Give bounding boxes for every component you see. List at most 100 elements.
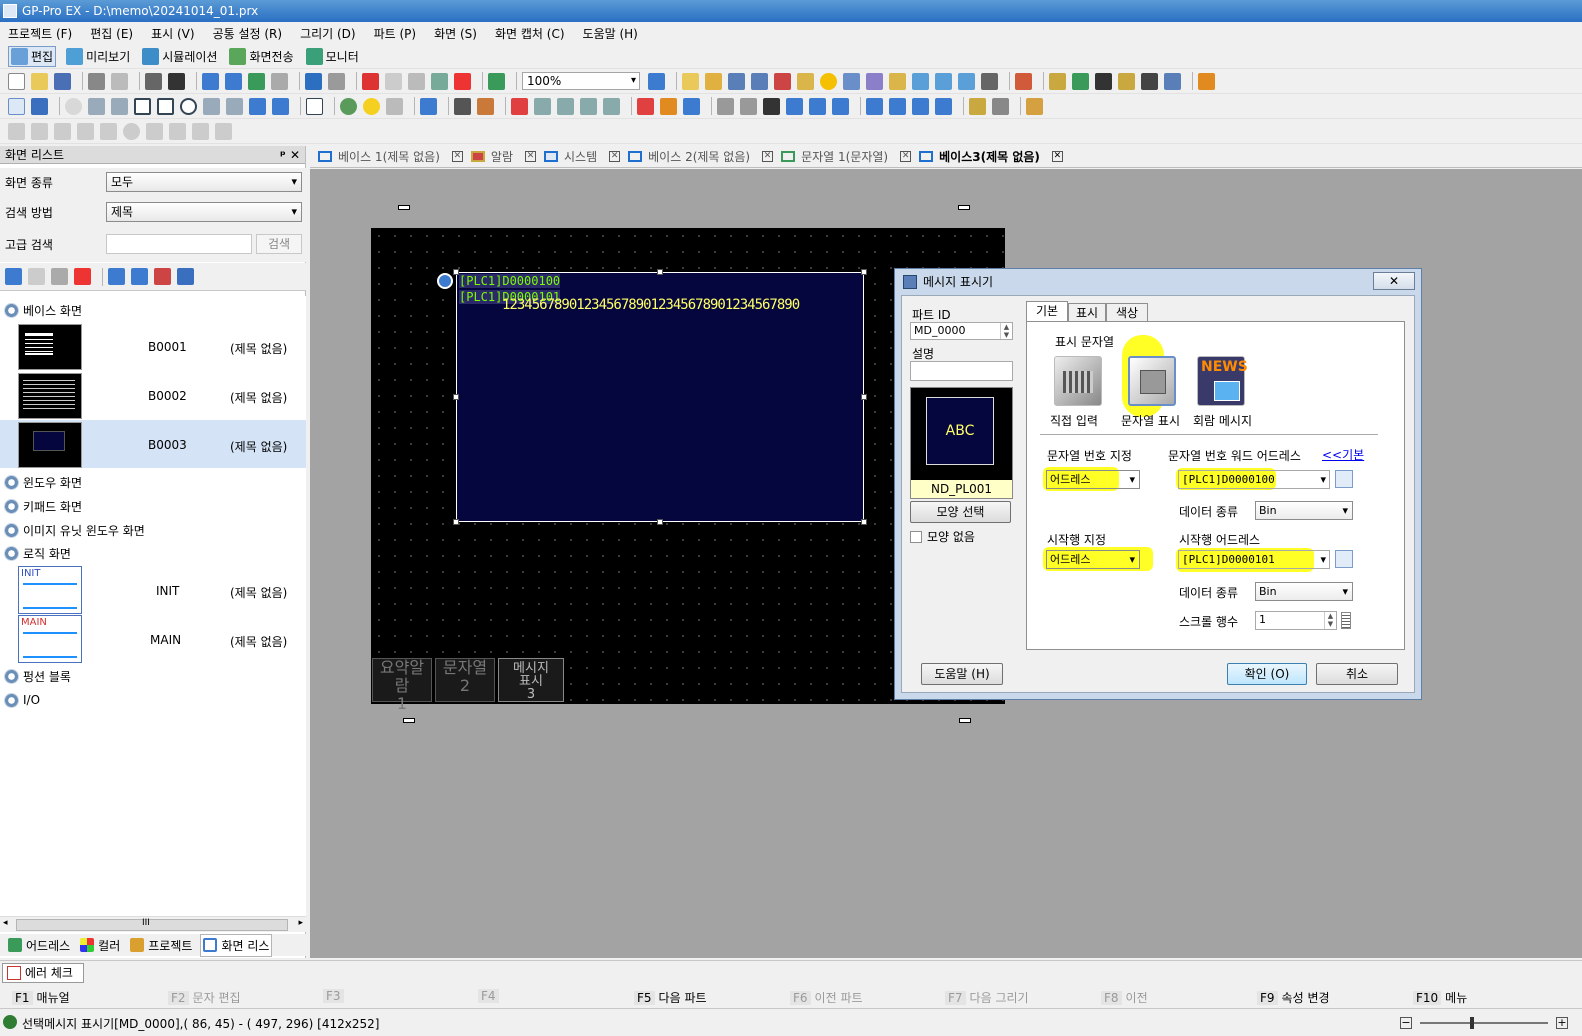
- new-screen-icon[interactable]: [202, 72, 219, 90]
- flag-icon[interactable]: [1198, 72, 1215, 90]
- zoom-slider-thumb[interactable]: [1470, 1017, 1474, 1029]
- save-screen-icon[interactable]: [248, 72, 265, 90]
- xy-graph-icon[interactable]: [580, 97, 597, 115]
- open-icon[interactable]: [31, 72, 48, 90]
- screen-properties-icon[interactable]: [131, 268, 148, 285]
- recipe-list-icon[interactable]: [866, 97, 883, 115]
- keypad-input-icon[interactable]: [454, 97, 471, 115]
- capture-icon[interactable]: [168, 72, 185, 90]
- f3-key[interactable]: F3: [323, 989, 348, 1003]
- tree-group-base[interactable]: 베이스 화면: [4, 300, 82, 320]
- tab-project[interactable]: 프로젝트: [128, 935, 194, 956]
- tab-screen-list[interactable]: 화면 리스: [200, 933, 273, 957]
- tab-display[interactable]: 표시: [1068, 303, 1106, 323]
- part-id-spinner[interactable]: ▲ ▼: [1000, 323, 1012, 339]
- selection-handle[interactable]: [453, 394, 459, 400]
- start-row-address-input[interactable]: [PLC1]D0000101: [1178, 550, 1330, 569]
- tab-base-3[interactable]: 베이스3(제목 없음) ✕: [919, 148, 1063, 165]
- alarm-icon[interactable]: [774, 72, 791, 90]
- scroll-left-icon[interactable]: ◂: [3, 918, 8, 928]
- selection-handle[interactable]: [861, 394, 867, 400]
- scatter-icon[interactable]: [603, 97, 620, 115]
- sound-icon[interactable]: [889, 72, 906, 90]
- preview-mode-button[interactable]: 미리보기: [64, 47, 132, 66]
- canvas-tab-string[interactable]: 문자열 2: [435, 658, 495, 702]
- basic-link[interactable]: <<기본: [1322, 446, 1364, 463]
- system-icon[interactable]: [705, 72, 722, 90]
- alarm-history-icon[interactable]: [660, 97, 677, 115]
- address-keypad-icon[interactable]: [1335, 550, 1353, 568]
- close-screen-icon[interactable]: [271, 72, 288, 90]
- close-tab-icon[interactable]: ✕: [525, 151, 537, 162]
- print-icon[interactable]: [88, 72, 105, 90]
- selection-handle[interactable]: [861, 519, 867, 525]
- file-manager-icon[interactable]: [832, 97, 849, 115]
- selection-handle[interactable]: [453, 519, 459, 525]
- text-table-icon[interactable]: [958, 72, 975, 90]
- news-message-icon[interactable]: NEWS: [1197, 356, 1248, 406]
- canvas-tab-summary-alarm[interactable]: 요약알람 1: [372, 658, 432, 713]
- data-type-select-2[interactable]: Bin: [1255, 582, 1353, 601]
- string-display-icon[interactable]: [1128, 356, 1176, 406]
- screen-row-main[interactable]: MAIN MAIN (제목 없음): [0, 615, 306, 663]
- lamp-icon[interactable]: [363, 97, 380, 115]
- open-screen-icon[interactable]: [108, 268, 125, 285]
- advanced-search-input[interactable]: [106, 234, 252, 254]
- search-method-select[interactable]: 제목: [106, 202, 302, 222]
- scroll-right-icon[interactable]: ▸: [298, 918, 303, 928]
- jump-icon[interactable]: [169, 122, 186, 140]
- tree-group-function-block[interactable]: 펑션 블록: [4, 666, 71, 686]
- tree-group-window[interactable]: 윈도우 화면: [4, 472, 82, 492]
- hand-icon[interactable]: [969, 97, 986, 115]
- f8-key[interactable]: F8 이전: [1101, 989, 1148, 1006]
- switch-lamp-icon[interactable]: [386, 97, 403, 115]
- polyline-tool-icon[interactable]: [111, 97, 128, 115]
- menu-help[interactable]: 도움말 (H): [583, 25, 638, 42]
- scroll-rows-spinner[interactable]: ▲ ▼: [1324, 612, 1336, 629]
- menu-view[interactable]: 표시 (V): [151, 25, 194, 42]
- screen-color-icon[interactable]: [154, 268, 171, 285]
- menu-project[interactable]: 프로젝트 (F): [8, 25, 72, 42]
- edit-part-icon[interactable]: [1026, 97, 1043, 115]
- document-icon[interactable]: [1072, 72, 1089, 90]
- tab-base-1[interactable]: 베이스 1(제목 없음) ✕: [318, 148, 463, 165]
- paste-icon[interactable]: [408, 72, 425, 90]
- tab-alarm[interactable]: 알람 ✕: [470, 148, 537, 165]
- description-input[interactable]: [910, 361, 1013, 381]
- start-row-select[interactable]: 어드레스: [1046, 550, 1140, 569]
- polygon-tool-icon[interactable]: [157, 97, 174, 115]
- word-address-input[interactable]: [PLC1]D0000100: [1178, 470, 1330, 489]
- line-graph-icon[interactable]: [557, 97, 574, 115]
- script-icon[interactable]: [981, 72, 998, 90]
- f6-key[interactable]: F6 이전 파트: [790, 989, 863, 1006]
- f2-key[interactable]: F2 문자 편집: [168, 989, 241, 1006]
- scale-tool-icon[interactable]: [226, 97, 243, 115]
- keypad-icon[interactable]: [1164, 72, 1181, 90]
- picture-display-icon[interactable]: [809, 97, 826, 115]
- ladder-branch-icon[interactable]: [31, 122, 48, 140]
- scroll-rows-input[interactable]: 1 ▲ ▼: [1255, 611, 1337, 630]
- video-icon[interactable]: [1015, 72, 1032, 90]
- line-tool-icon[interactable]: [88, 97, 105, 115]
- string-number-select[interactable]: 어드레스: [1046, 470, 1140, 489]
- data-transfer-icon[interactable]: [912, 97, 929, 115]
- zoom-fit-icon[interactable]: [648, 72, 665, 90]
- tab-color[interactable]: 색상: [1106, 303, 1148, 323]
- sampling-part-icon[interactable]: [717, 97, 734, 115]
- select-pointer-icon[interactable]: [8, 97, 25, 115]
- message-display-part[interactable]: [PLC1]D0000100 [PLC1]D0000101 1234567890…: [453, 269, 867, 525]
- ellipse-tool-icon[interactable]: [180, 97, 197, 115]
- tag-icon[interactable]: [1095, 72, 1112, 90]
- special-icon[interactable]: [992, 97, 1009, 115]
- tab-basic[interactable]: 기본: [1026, 301, 1068, 323]
- error-check-tab[interactable]: 에러 체크: [2, 963, 84, 983]
- monitor-mode-button[interactable]: 모니터: [304, 47, 361, 66]
- screen-search-icon[interactable]: [177, 268, 194, 285]
- ladder-comment-icon[interactable]: [54, 122, 71, 140]
- data-type-select[interactable]: Bin: [1255, 501, 1353, 520]
- scroll-thumb[interactable]: III: [16, 918, 288, 931]
- logging-icon[interactable]: [843, 72, 860, 90]
- undo-icon[interactable]: [305, 72, 322, 90]
- new-screen-icon[interactable]: [5, 268, 22, 285]
- tab-string-1[interactable]: 문자열 1(문자열) ✕: [781, 148, 912, 165]
